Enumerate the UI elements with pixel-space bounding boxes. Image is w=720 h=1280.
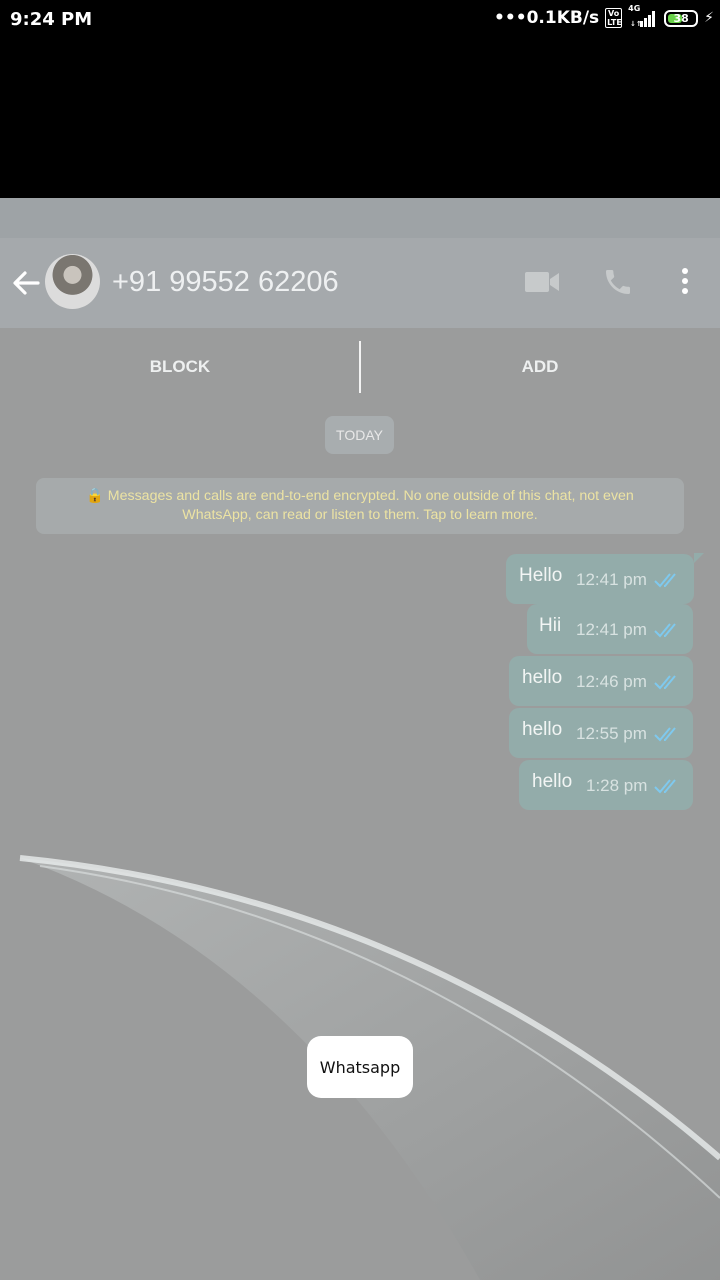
read-ticks-icon — [654, 727, 676, 742]
contact-name[interactable]: +91 99552 62206 — [112, 266, 339, 299]
message-text: hello — [522, 667, 563, 688]
message-time: 12:41 pm — [576, 620, 647, 639]
block-button[interactable]: BLOCK — [0, 328, 360, 406]
message-bubble[interactable]: hello 1:28 pm — [519, 760, 693, 810]
read-ticks-icon — [654, 779, 676, 794]
unknown-contact-actions: BLOCK ADD — [0, 328, 720, 406]
read-ticks-icon — [654, 573, 676, 588]
battery-icon: 38 — [664, 9, 699, 27]
network-speed: •••0.1KB/s — [493, 8, 600, 28]
video-call-icon[interactable] — [524, 270, 560, 294]
message-bubble[interactable]: hello 12:55 pm — [509, 708, 693, 758]
date-chip: TODAY — [325, 416, 394, 454]
read-ticks-icon — [654, 675, 676, 690]
status-time: 9:24 PM — [10, 9, 93, 30]
add-contact-button[interactable]: ADD — [360, 328, 720, 406]
message-text: Hello — [519, 565, 563, 586]
chat-toolbar: +91 99552 62206 — [0, 238, 720, 328]
svg-text:↓↑: ↓↑ — [630, 20, 642, 27]
encryption-line-1: 🔒 Messages and calls are end-to-end encr… — [86, 488, 634, 504]
message-time: 1:28 pm — [586, 776, 648, 795]
status-bar: 9:24 PM •••0.1KB/s Vo LTE 4G ↓↑ 38 ⚡ — [0, 0, 720, 42]
encryption-notice[interactable]: 🔒 Messages and calls are end-to-end encr… — [36, 478, 684, 534]
message-text: hello — [532, 771, 573, 792]
message-bubble[interactable]: hello 12:46 pm — [509, 656, 693, 706]
volte-icon: Vo LTE — [605, 8, 623, 28]
status-right: •••0.1KB/s Vo LTE 4G ↓↑ 38 ⚡ — [493, 4, 714, 28]
chat-screen: +91 99552 62206 BLOCK ADD TODAY 🔒 Messag… — [0, 198, 720, 1280]
message-bubble[interactable]: Hello 12:41 pm — [506, 554, 694, 604]
message-time: 12:46 pm — [576, 672, 647, 691]
message-text: Hii — [539, 615, 562, 636]
message-time: 12:55 pm — [576, 724, 647, 743]
back-arrow-icon[interactable] — [10, 268, 42, 298]
toolbar-top-strip — [0, 198, 720, 238]
message-bubble[interactable]: Hii 12:41 pm — [527, 604, 693, 654]
message-time: 12:41 pm — [576, 570, 647, 589]
bubble-tail — [694, 553, 704, 563]
message-text: hello — [522, 719, 563, 740]
encryption-line-2: WhatsApp, can read or listen to them. Ta… — [182, 506, 538, 523]
more-options-icon[interactable] — [679, 266, 691, 298]
signal-icon: 4G ↓↑ — [628, 4, 658, 27]
read-ticks-icon — [654, 623, 676, 638]
charging-icon: ⚡ — [704, 10, 714, 26]
lock-icon: 🔒 — [86, 488, 104, 504]
toast-popup: Whatsapp — [307, 1036, 413, 1098]
voice-call-icon[interactable] — [602, 266, 634, 298]
avatar[interactable] — [45, 254, 100, 309]
